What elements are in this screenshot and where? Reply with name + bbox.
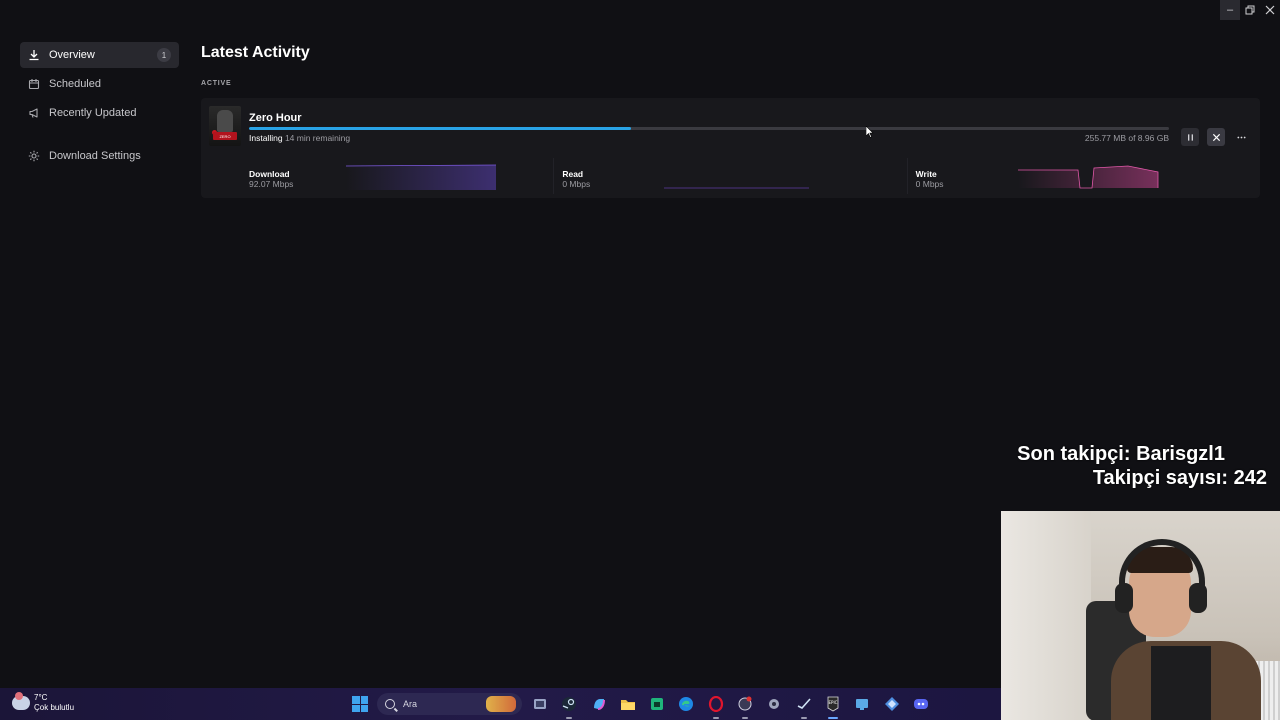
search-highlight-image bbox=[486, 696, 516, 712]
calendar-icon bbox=[28, 78, 40, 90]
svg-text:EPIC: EPIC bbox=[829, 700, 838, 705]
last-follower-text: Son takipçi: Barisgzl1 bbox=[1017, 443, 1225, 465]
follower-count-text: Takipçi sayısı: 242 bbox=[1092, 467, 1267, 489]
time-remaining: 14 min remaining bbox=[284, 133, 351, 143]
app-icon[interactable] bbox=[735, 694, 755, 719]
write-sparkline bbox=[1017, 165, 1159, 189]
count-badge: 1 bbox=[157, 48, 171, 62]
taskbar-apps: EPIC bbox=[530, 694, 940, 719]
edge-icon[interactable] bbox=[676, 694, 696, 714]
sidebar-item-label: Recently Updated bbox=[49, 107, 137, 119]
stat-label: Download bbox=[249, 169, 290, 179]
file-explorer-icon[interactable] bbox=[618, 694, 638, 714]
close-icon bbox=[1212, 133, 1220, 141]
minimize-button[interactable]: – bbox=[1220, 0, 1240, 20]
thumbnail-logo: ZERO bbox=[213, 132, 237, 140]
opera-icon[interactable] bbox=[706, 694, 726, 719]
taskbar-search[interactable]: Ara bbox=[377, 693, 522, 715]
more-icon bbox=[1236, 136, 1246, 138]
store-icon[interactable] bbox=[647, 694, 667, 714]
read-sparkline bbox=[664, 187, 810, 189]
webcam-feed bbox=[1001, 511, 1280, 720]
stat-label: Read bbox=[562, 169, 584, 179]
restore-icon bbox=[1245, 5, 1255, 15]
megaphone-icon bbox=[28, 107, 40, 119]
weather-widget[interactable]: 7°C Çok bulutlu bbox=[12, 692, 75, 713]
install-status: Installing bbox=[249, 133, 283, 143]
sidebar-item-recently-updated[interactable]: Recently Updated bbox=[20, 100, 179, 126]
stat-value: 0 Mbps bbox=[915, 179, 944, 189]
search-icon bbox=[385, 699, 395, 709]
progress-fill bbox=[249, 127, 631, 130]
steam-icon[interactable] bbox=[559, 694, 579, 719]
sidebar-item-scheduled[interactable]: Scheduled bbox=[20, 71, 179, 97]
download-icon bbox=[28, 49, 40, 61]
task-view-icon[interactable] bbox=[530, 694, 550, 714]
sidebar-item-overview[interactable]: Overview 1 bbox=[20, 42, 179, 68]
close-icon bbox=[1265, 5, 1275, 15]
taskbar: 7°C Çok bulutlu Ara EPIC bbox=[0, 688, 1001, 720]
sidebar-item-download-settings[interactable]: Download Settings bbox=[20, 143, 179, 169]
status-line: Installing 14 min remaining bbox=[249, 133, 350, 143]
download-stat: Download 92.07 Mbps bbox=[201, 158, 555, 194]
network-icon[interactable] bbox=[882, 694, 902, 714]
epic-games-icon[interactable]: EPIC bbox=[823, 694, 843, 719]
progress-bar bbox=[249, 127, 1169, 130]
sidebar-item-label: Download Settings bbox=[49, 150, 141, 162]
cloud-icon bbox=[12, 692, 30, 710]
remote-desktop-icon[interactable] bbox=[852, 694, 872, 714]
stat-value: 92.07 Mbps bbox=[249, 179, 294, 189]
sidebar-item-label: Scheduled bbox=[49, 78, 101, 90]
copilot-icon[interactable] bbox=[589, 694, 609, 714]
settings-icon[interactable] bbox=[764, 694, 784, 714]
read-stat: Read 0 Mbps bbox=[554, 158, 908, 194]
weather-desc: Çok bulutlu bbox=[34, 703, 75, 712]
pause-button[interactable] bbox=[1181, 128, 1199, 146]
speed-stats: Download 92.07 Mbps Read 0 Mbps Write 0 … bbox=[201, 158, 1260, 194]
game-title[interactable]: Zero Hour bbox=[249, 112, 302, 124]
search-placeholder: Ara bbox=[403, 699, 418, 709]
window-controls: – bbox=[1220, 0, 1280, 20]
mouse-cursor bbox=[866, 126, 874, 138]
sidebar: Overview 1 Scheduled Recently Updated Do… bbox=[20, 42, 179, 172]
cancel-download-button[interactable] bbox=[1207, 128, 1225, 146]
stat-label: Write bbox=[915, 169, 937, 179]
download-card[interactable]: ZERO Zero Hour Installing 14 min remaini… bbox=[201, 98, 1260, 198]
section-label-active: ACTIVE bbox=[201, 80, 232, 87]
more-options-button[interactable] bbox=[1232, 128, 1250, 146]
page-title: Latest Activity bbox=[201, 44, 310, 61]
steam-icon[interactable] bbox=[794, 694, 814, 719]
stat-value: 0 Mbps bbox=[562, 179, 591, 189]
size-progress: 255.77 MB of 8.96 GB bbox=[1084, 133, 1169, 143]
weather-temp: 7°C bbox=[34, 693, 48, 702]
sidebar-item-label: Overview bbox=[49, 49, 95, 61]
discord-icon[interactable] bbox=[911, 694, 931, 714]
restore-button[interactable] bbox=[1240, 0, 1260, 20]
download-sparkline bbox=[346, 164, 496, 190]
write-stat: Write 0 Mbps bbox=[908, 158, 1260, 194]
windows-start-icon[interactable] bbox=[352, 696, 368, 712]
close-window-button[interactable] bbox=[1260, 0, 1280, 20]
pause-icon bbox=[1187, 133, 1193, 141]
gear-icon bbox=[28, 150, 40, 162]
game-thumbnail[interactable]: ZERO bbox=[209, 106, 241, 146]
